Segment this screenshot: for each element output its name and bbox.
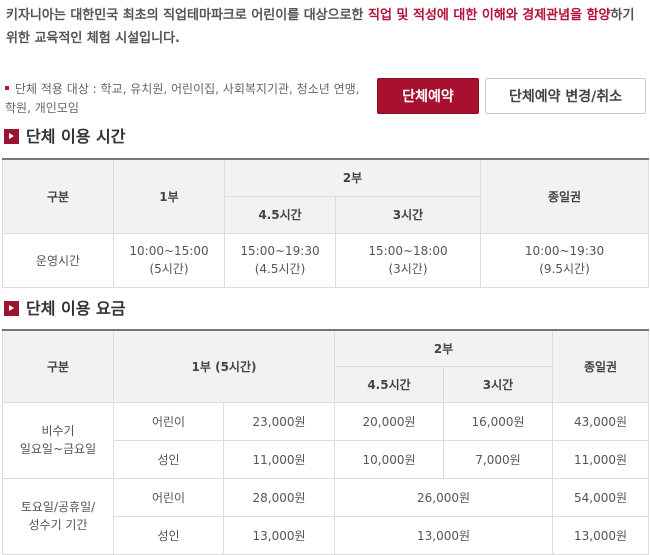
intro-highlight: 직업 및 적성에 대한 이해와 경제관념을 함양	[368, 8, 611, 23]
time-header-allday: 종일권	[480, 158, 650, 234]
fee-offpeak-child-part1: 23,000원	[223, 401, 335, 441]
fee-peak-label-line2: 성수기 기간	[28, 518, 88, 532]
fee-header-part1: 1부 (5시간)	[113, 329, 335, 403]
time-part1-cell: 10:00~15:00 (5시간)	[113, 232, 225, 288]
fee-peak-label: 토요일/공휴일/성수기 기간	[2, 477, 114, 555]
fee-peak-label-line1: 토요일/공휴일/	[20, 500, 96, 514]
time-table: 구분 1부 2부 종일권 4.5시간 3시간 운영시간 10:00~15:00 (…	[2, 158, 650, 288]
fee-header-allday: 종일권	[552, 329, 650, 403]
group-reserve-button[interactable]: 단체예약	[377, 78, 479, 114]
fee-peak-child-part1: 28,000원	[223, 477, 335, 517]
time-section-title-text: 단체 이용 시간	[26, 127, 126, 146]
fee-header-part2: 2부	[333, 329, 554, 367]
fee-table: 구분 1부 (5시간) 2부 종일권 4.5시간 3시간 비수기 일요일~금요일 …	[2, 329, 650, 555]
fee-offpeak-adult-label: 성인	[113, 439, 224, 479]
time-part2a-duration: (4.5시간)	[254, 262, 306, 276]
time-part2b-duration: (3시간)	[388, 262, 428, 276]
time-allday-time: 10:00~19:30	[524, 244, 605, 258]
fee-offpeak-label: 비수기일요일~금요일	[2, 401, 114, 479]
bullet-icon	[5, 86, 9, 90]
time-section-title: 단체 이용 시간	[4, 125, 125, 149]
time-part2a-time: 15:00~19:30	[240, 244, 320, 258]
section-arrow-icon	[4, 300, 19, 316]
section-arrow-icon	[4, 128, 19, 144]
time-part1-duration: (5시간)	[149, 262, 189, 276]
time-header-part2: 2부	[223, 158, 482, 197]
fee-section-title-text: 단체 이용 요금	[26, 299, 126, 318]
time-header-category: 구분	[2, 158, 114, 234]
fee-offpeak-child-part2b: 16,000원	[442, 401, 554, 441]
fee-peak-adult-label: 성인	[113, 515, 224, 555]
fee-offpeak-adult-allday: 11,000원	[552, 439, 650, 479]
fee-header-category: 구분	[2, 329, 114, 403]
group-reserve-change-cancel-button[interactable]: 단체예약 변경/취소	[485, 78, 646, 114]
fee-peak-adult-part2: 13,000원	[333, 515, 554, 555]
fee-offpeak-child-part2a: 20,000원	[334, 401, 444, 441]
fee-peak-child-label: 어린이	[113, 477, 224, 517]
time-part2b-cell: 15:00~18:00 (3시간)	[334, 232, 482, 288]
time-part1-time: 10:00~15:00	[129, 244, 209, 258]
fee-offpeak-label-line1: 비수기	[41, 424, 75, 438]
fee-offpeak-child-label: 어린이	[113, 401, 224, 441]
group-target-text: 단체 적용 대상 : 학교, 유치원, 어린이집, 사회복지기관, 청소년 연맹…	[5, 82, 360, 115]
fee-header-part2-a: 4.5시간	[334, 365, 444, 403]
time-allday-duration: (9.5시간)	[539, 262, 590, 276]
intro-text-before: 키자니아는 대한민국 최초의 직업테마파크로 어린이를 대상으로한	[6, 8, 369, 23]
fee-peak-child-part2: 26,000원	[333, 477, 554, 517]
time-part2b-time: 15:00~18:00	[368, 244, 448, 258]
fee-peak-adult-part1: 13,000원	[223, 515, 335, 555]
fee-section-title: 단체 이용 요금	[4, 297, 125, 321]
time-header-part2-b: 3시간	[334, 195, 482, 234]
time-header-part1: 1부	[113, 158, 225, 234]
fee-peak-adult-allday: 13,000원	[552, 515, 650, 555]
fee-offpeak-adult-part2a: 10,000원	[334, 439, 444, 479]
fee-peak-child-allday: 54,000원	[552, 477, 650, 517]
fee-header-part2-b: 3시간	[442, 365, 554, 403]
time-header-part2-a: 4.5시간	[224, 195, 336, 234]
intro-text: 키자니아는 대한민국 최초의 직업테마파크로 어린이를 대상으로한 직업 및 적…	[6, 4, 646, 50]
fee-offpeak-adult-part1: 11,000원	[223, 439, 335, 479]
time-allday-cell: 10:00~19:30 (9.5시간)	[480, 232, 650, 288]
fee-offpeak-adult-part2b: 7,000원	[442, 439, 554, 479]
fee-offpeak-label-line2: 일요일~금요일	[19, 442, 97, 456]
group-target-info: 단체 적용 대상 : 학교, 유치원, 어린이집, 사회복지기관, 청소년 연맹…	[5, 80, 360, 118]
time-row-label: 운영시간	[2, 232, 114, 288]
time-part2a-cell: 15:00~19:30 (4.5시간)	[224, 232, 336, 288]
fee-offpeak-child-allday: 43,000원	[552, 401, 650, 441]
